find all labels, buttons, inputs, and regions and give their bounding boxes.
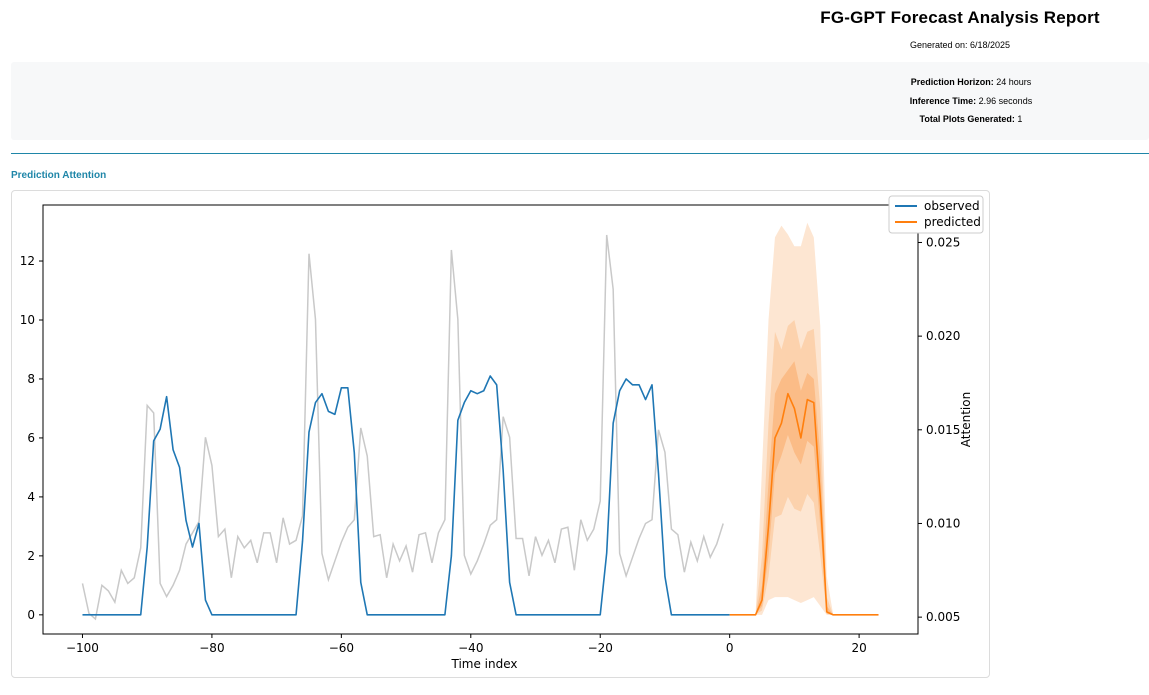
legend-label-observed: observed xyxy=(924,199,980,213)
y2-tick-label: 0.005 xyxy=(926,610,960,624)
x-tick-label: −100 xyxy=(66,641,99,655)
y-tick-label: 8 xyxy=(27,372,35,386)
x-tick-label: −60 xyxy=(329,641,354,655)
y2-tick-label: 0.015 xyxy=(926,423,960,437)
y2-tick-label: 0.010 xyxy=(926,516,960,530)
x-tick-label: 20 xyxy=(851,641,866,655)
y-tick-label: 4 xyxy=(27,490,35,504)
y2-tick-label: 0.025 xyxy=(926,235,960,249)
prediction-horizon-label: Prediction Horizon: xyxy=(910,77,994,87)
generated-date: Generated on: 6/18/2025 xyxy=(580,40,1149,50)
legend: observed predicted xyxy=(888,195,984,234)
inference-time: Inference Time: 2.96 seconds xyxy=(891,96,1051,106)
x-tick-label: 0 xyxy=(726,641,734,655)
legend-label-predicted: predicted xyxy=(924,215,981,229)
report-title: FG-GPT Forecast Analysis Report xyxy=(820,8,1100,27)
summary-panel: Prediction Horizon: 24 hours Inference T… xyxy=(11,62,1149,140)
section-title: Prediction Attention xyxy=(11,170,107,181)
total-plots-label: Total Plots Generated: xyxy=(919,114,1015,124)
y-tick-label: 2 xyxy=(27,549,35,563)
y-tick-label: 6 xyxy=(27,431,35,445)
generated-value: 6/18/2025 xyxy=(970,40,1011,50)
inference-time-value: 2.96 seconds xyxy=(978,96,1033,106)
total-plots-value: 1 xyxy=(1017,114,1023,124)
y-tick-label: 12 xyxy=(20,254,35,268)
prediction-horizon: Prediction Horizon: 24 hours xyxy=(891,77,1051,87)
attention-chart: −100 −80 −60 −40 −20 0 20 0 2 4 6 8 10 12 0.005 0.010 0.… xyxy=(20,195,984,671)
prediction-horizon-value: 24 hours xyxy=(996,77,1032,87)
generated-label: Generated on: xyxy=(909,40,968,50)
x-tick-label: −20 xyxy=(588,641,613,655)
plot-frame: −100 −80 −60 −40 −20 0 20 0 2 4 6 8 10 12 0.005 0.010 0.… xyxy=(11,190,990,678)
y2-tick-label: 0.020 xyxy=(926,329,960,343)
attention-line xyxy=(81,234,724,621)
y2-axis-label: Attention xyxy=(959,392,973,447)
section-divider xyxy=(11,153,1149,154)
observed-line xyxy=(82,375,730,616)
y-tick-label: 0 xyxy=(27,608,35,622)
attention-layer xyxy=(81,234,724,621)
x-axis-label: Time index xyxy=(450,657,517,671)
x-tick-label: −40 xyxy=(458,641,483,655)
inference-time-label: Inference Time: xyxy=(909,96,977,106)
total-plots: Total Plots Generated: 1 xyxy=(891,114,1051,124)
x-tick-label: −80 xyxy=(199,641,224,655)
y-tick-label: 10 xyxy=(20,313,35,327)
